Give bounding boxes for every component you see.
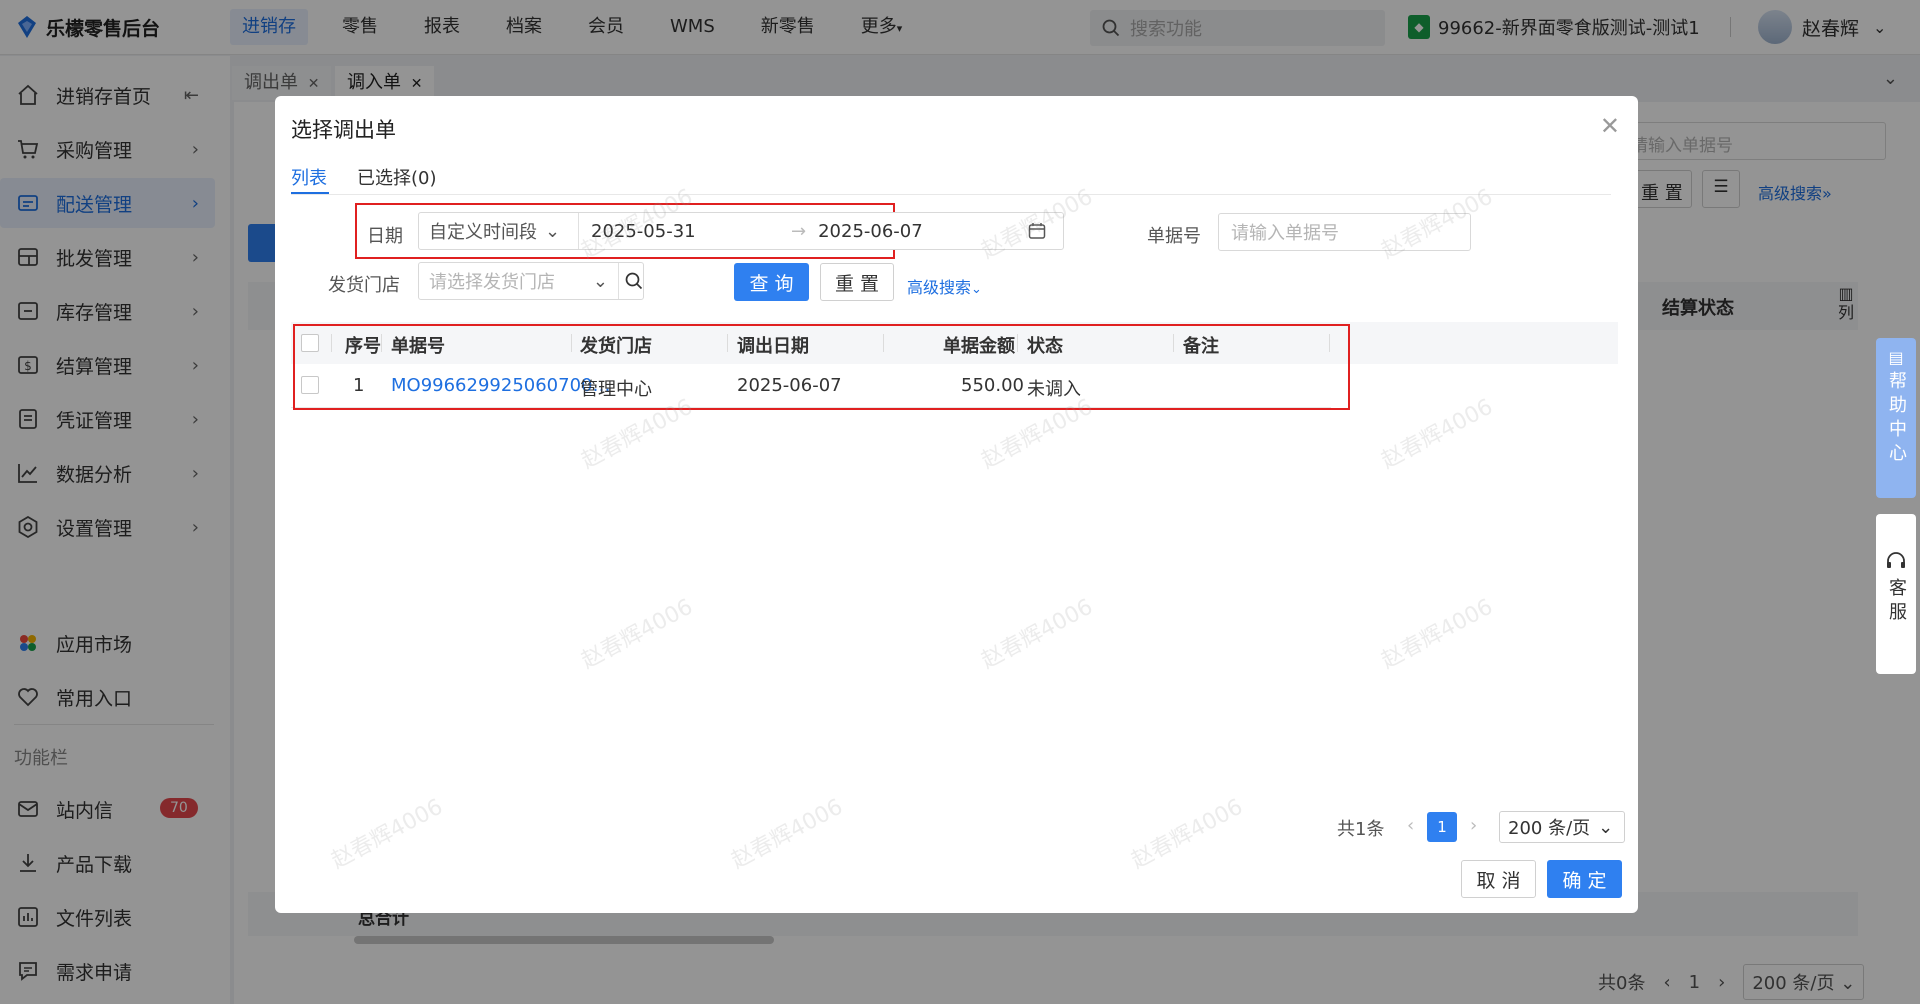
confirm-button[interactable]: 确 定 (1547, 860, 1622, 898)
date-range-picker[interactable]: 自定义时间段 ⌄ 2025-05-31 → 2025-06-07 (418, 212, 1064, 250)
date-start[interactable]: 2025-05-31 (591, 221, 791, 242)
doc-number-label: 单据号 (1147, 226, 1201, 247)
watermark: 赵春辉4006 (727, 794, 847, 874)
store-search-button[interactable] (618, 263, 643, 299)
store-placeholder: 请选择发货门店 (429, 272, 555, 293)
headset-icon (1887, 552, 1905, 568)
chevron-right-icon[interactable]: › (1470, 815, 1477, 836)
tab-list[interactable]: 列表 (291, 164, 327, 190)
chat-icon: ▤ (1888, 348, 1904, 367)
highlight-box (293, 324, 1350, 410)
total-count: 共1条 (1337, 819, 1385, 840)
customer-service-button[interactable]: 客服 (1876, 514, 1916, 674)
date-label: 日期 (367, 226, 403, 247)
doc-number-placeholder: 请输入单据号 (1231, 223, 1339, 244)
query-button[interactable]: 查 询 (734, 263, 809, 301)
customer-service-label: 客服 (1886, 578, 1907, 626)
watermark: 赵春辉4006 (1377, 594, 1497, 674)
cancel-button[interactable]: 取 消 (1461, 860, 1536, 898)
tab-selected[interactable]: 已选择(0) (357, 164, 437, 190)
doc-number-input[interactable]: 请输入单据号 (1218, 213, 1471, 251)
store-select[interactable]: 请选择发货门店 ⌄ (418, 262, 644, 300)
calendar-icon[interactable] (1028, 222, 1046, 240)
close-icon[interactable]: ✕ (1600, 112, 1620, 140)
date-mode-select[interactable]: 自定义时间段 ⌄ (419, 213, 579, 249)
advanced-search-label: 高级搜索 (907, 278, 972, 297)
store-label: 发货门店 (328, 275, 400, 296)
watermark: 赵春辉4006 (977, 594, 1097, 674)
select-transfer-out-dialog: 选择调出单 ✕ 列表 已选择(0) 日期 自定义时间段 ⌄ 2025-05-31… (275, 96, 1638, 913)
divider (291, 194, 1611, 195)
chevron-down-icon: ⌄ (1598, 816, 1614, 838)
advanced-search-link[interactable]: 高级搜索⌄ (907, 274, 982, 298)
dialog-title: 选择调出单 (291, 118, 396, 142)
reset-button[interactable]: 重 置 (820, 263, 894, 301)
date-mode-value: 自定义时间段 (429, 222, 537, 243)
help-center-label: 帮助中心 (1886, 371, 1907, 467)
chevron-down-icon: ⌄ (545, 220, 561, 242)
watermark: 赵春辉4006 (1377, 394, 1497, 474)
help-center-button[interactable]: ▤ 帮助中心 (1876, 338, 1916, 498)
chevron-left-icon[interactable]: ‹ (1407, 815, 1414, 836)
date-end[interactable]: 2025-06-07 (818, 221, 1028, 242)
page-1-button[interactable]: 1 (1427, 812, 1457, 842)
watermark: 赵春辉4006 (327, 794, 447, 874)
page-size-value: 200 条/页 (1508, 818, 1591, 839)
search-icon (625, 272, 643, 290)
page-size-select[interactable]: 200 条/页 ⌄ (1499, 811, 1625, 843)
arrow-right-icon: → (791, 220, 807, 242)
double-chevron-down-icon: ⌄ (971, 282, 982, 297)
watermark: 赵春辉4006 (1127, 794, 1247, 874)
watermark: 赵春辉4006 (577, 594, 697, 674)
chevron-down-icon: ⌄ (592, 270, 608, 292)
